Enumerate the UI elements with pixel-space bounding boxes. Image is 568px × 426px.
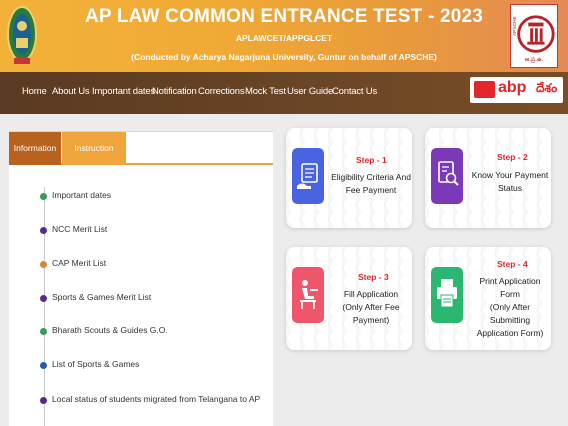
list-item-label[interactable]: Important dates xyxy=(52,190,111,200)
apsche-vertical-text: APSCHE xyxy=(512,16,518,36)
payment-status-icon xyxy=(431,148,463,204)
nav-about-us[interactable]: About Us xyxy=(52,86,90,97)
bullet-dot xyxy=(40,328,47,335)
list-item-label[interactable]: Sports & Games Merit List xyxy=(52,292,151,302)
page-title: AP LAW COMMON ENTRANCE TEST - 2023 xyxy=(84,6,484,27)
nav-user-guide[interactable]: User Guide xyxy=(287,86,333,97)
step-description: Fill Application (Only After Fee Payment… xyxy=(342,289,400,325)
bullet-dot xyxy=(40,227,47,234)
list-item-label[interactable]: NCC Merit List xyxy=(52,224,107,234)
tab-bar: Information Instruction Booklet xyxy=(9,132,273,186)
step-1-card[interactable]: Step - 1 Eligibility Criteria And Fee Pa… xyxy=(286,128,412,228)
step-2-card[interactable]: Step - 2 Know Your Payment Status xyxy=(425,128,551,228)
step-label: Step - 3 xyxy=(358,272,389,282)
nav-mock-test[interactable]: Mock Test xyxy=(245,86,286,97)
step-label: Step - 1 xyxy=(356,155,387,165)
bullet-dot xyxy=(40,397,47,404)
information-panel: Information Instruction Booklet Importan… xyxy=(9,131,273,426)
bullet-dot xyxy=(40,261,47,268)
apsche-telugu-text: ఆ.ప్ర.ఉ. xyxy=(525,56,544,63)
abp-text: abp xyxy=(498,79,527,96)
site-header: AP LAW COMMON ENTRANCE TEST - 2023 APLAW… xyxy=(0,0,568,72)
conducted-by: (Conducted by Acharya Nagarjuna Universi… xyxy=(131,52,437,62)
nav-home[interactable]: Home xyxy=(22,86,47,97)
apsche-logo-icon: APSCHE ఆ.ప్ర.ఉ. xyxy=(510,4,558,68)
print-form-icon xyxy=(431,267,463,323)
nav-contact-us[interactable]: Contact Us xyxy=(332,86,377,97)
step-description: Eligibility Criteria And Fee Payment xyxy=(331,172,411,195)
bullet-dot xyxy=(40,362,47,369)
step-label: Step - 2 xyxy=(497,152,528,162)
step-3-card[interactable]: Step - 3 Fill Application (Only After Fe… xyxy=(286,247,412,350)
list-item-label[interactable]: CAP Merit List xyxy=(52,258,106,268)
nav-notification[interactable]: Notification xyxy=(152,86,197,97)
list-item-label[interactable]: Bharath Scouts & Guides G.O. xyxy=(52,325,168,335)
list-item-label[interactable]: List of Sports & Games xyxy=(52,359,139,369)
tab-information[interactable]: Information xyxy=(9,132,61,165)
tab-instruction-booklet[interactable]: Instruction Booklet xyxy=(62,132,126,186)
step-description: Print Application Form (Only After Submi… xyxy=(476,276,544,338)
nav-corrections[interactable]: Corrections xyxy=(198,86,245,97)
bullet-dot xyxy=(40,193,47,200)
list-item-label[interactable]: Local status of students migrated from T… xyxy=(52,394,260,404)
step-4-card[interactable]: Step - 4 Print Application Form (Only Af… xyxy=(425,247,551,350)
abp-desam-text: దేశం xyxy=(536,81,558,95)
abp-watermark: abp దేశం xyxy=(470,77,563,103)
exam-code: APLAWCET/APPGLCET xyxy=(235,33,333,43)
abp-logo-icon xyxy=(474,81,495,98)
timeline-line xyxy=(44,187,45,426)
step-label: Step - 4 xyxy=(497,259,528,269)
nav-important-dates[interactable]: Important dates xyxy=(92,86,155,97)
step-description: Know Your Payment Status xyxy=(471,170,549,193)
fill-application-icon xyxy=(292,267,324,323)
eligibility-icon xyxy=(292,148,324,204)
bullet-dot xyxy=(40,295,47,302)
